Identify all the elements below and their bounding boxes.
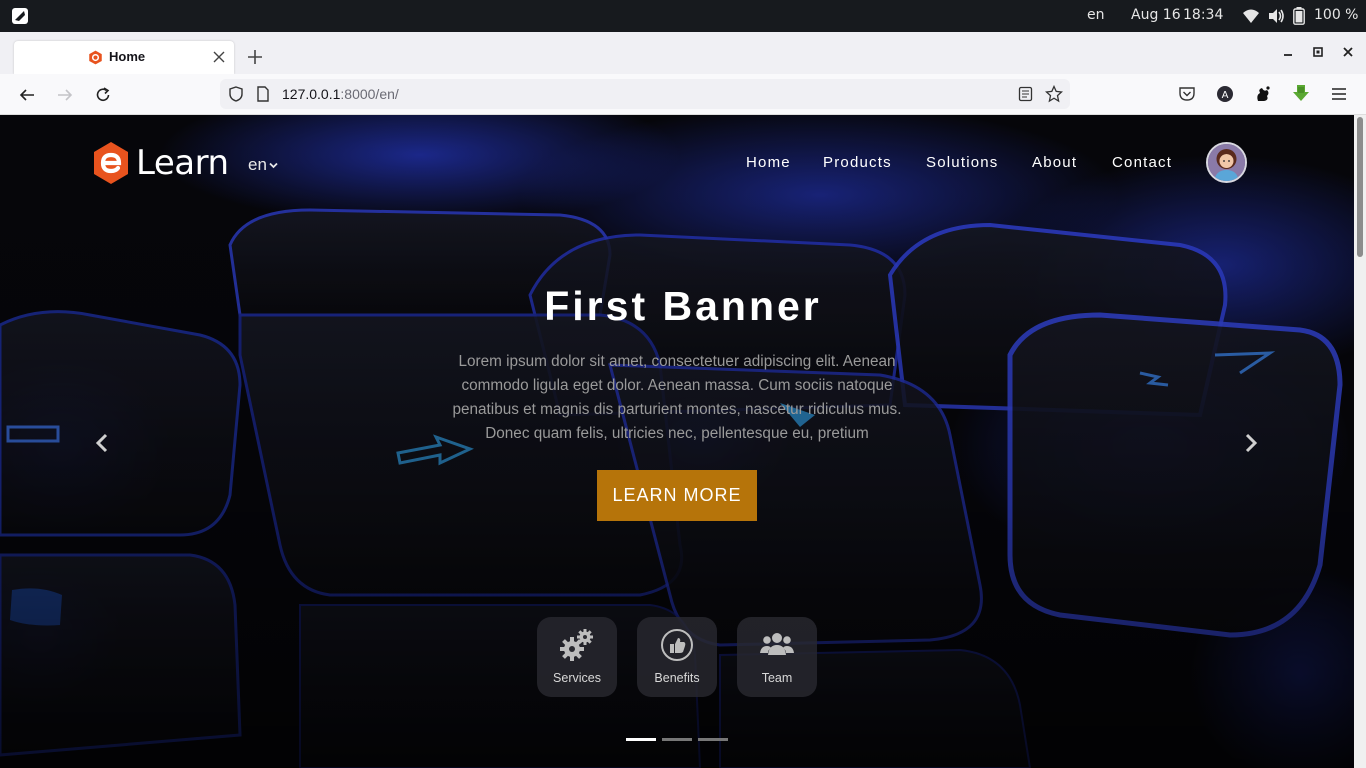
carousel-indicator-3[interactable] xyxy=(698,738,728,741)
close-window-icon[interactable] xyxy=(1341,45,1355,59)
feature-team[interactable]: Team xyxy=(737,617,817,697)
back-icon[interactable] xyxy=(18,86,36,104)
carousel-indicator-1[interactable] xyxy=(626,738,656,741)
hero-title: First Banner xyxy=(544,283,822,329)
page-scrollbar[interactable] xyxy=(1354,115,1366,768)
feature-label: Services xyxy=(553,671,601,685)
feature-benefits[interactable]: Benefits xyxy=(637,617,717,697)
address-bar[interactable]: 127.0.0.1:8000/en/ xyxy=(220,79,1070,109)
restore-icon[interactable] xyxy=(1311,45,1325,59)
language-select-value: en xyxy=(248,155,267,174)
carousel-next-icon[interactable] xyxy=(1243,432,1259,454)
menu-icon[interactable] xyxy=(1330,85,1348,103)
nav-solutions[interactable]: Solutions xyxy=(926,154,999,171)
tab-title: Home xyxy=(109,49,146,64)
extension-download-icon[interactable] xyxy=(1292,84,1310,102)
account-icon[interactable]: A xyxy=(1216,85,1234,103)
url-host: 127.0.0.1 xyxy=(282,86,341,102)
battery-icon[interactable] xyxy=(1293,7,1305,25)
chevron-down-icon xyxy=(269,162,278,169)
hero-description: Lorem ipsum dolor sit amet, consectetuer… xyxy=(452,353,902,442)
thumbs-up-icon xyxy=(661,629,693,661)
user-avatar[interactable] xyxy=(1206,142,1247,183)
svg-text:A: A xyxy=(1222,90,1229,101)
page-info-icon[interactable] xyxy=(256,86,270,102)
nav-contact[interactable]: Contact xyxy=(1112,154,1172,171)
language-select[interactable]: en xyxy=(248,155,278,175)
close-tab-icon[interactable] xyxy=(212,50,226,64)
feature-label: Benefits xyxy=(654,671,700,685)
url-text[interactable]: 127.0.0.1:8000/en/ xyxy=(282,86,399,102)
feature-label: Team xyxy=(761,671,793,685)
browser-tab-home[interactable]: Home xyxy=(14,41,234,74)
logo-hexagon-icon xyxy=(94,142,128,184)
battery-percentage: 100 % xyxy=(1314,7,1359,23)
forward-icon[interactable] xyxy=(56,86,74,104)
url-path: :8000/en/ xyxy=(340,86,399,102)
os-language-indicator[interactable]: en xyxy=(1087,7,1105,23)
reader-view-icon[interactable] xyxy=(1018,86,1033,102)
os-logo-icon[interactable] xyxy=(10,6,30,26)
shield-icon[interactable] xyxy=(228,86,244,102)
carousel-prev-icon[interactable] xyxy=(94,432,110,454)
wifi-icon[interactable] xyxy=(1242,8,1260,24)
new-tab-icon[interactable] xyxy=(246,48,264,66)
site-logo[interactable]: Learn xyxy=(92,141,232,187)
reload-icon[interactable] xyxy=(94,86,112,104)
extension-gnome-icon[interactable] xyxy=(1254,85,1272,103)
os-top-bar: en Aug 16 18:34 100 % xyxy=(0,0,1366,32)
nav-about[interactable]: About xyxy=(1032,154,1077,171)
bookmark-star-icon[interactable] xyxy=(1045,85,1063,103)
nav-products[interactable]: Products xyxy=(823,154,892,171)
avatar-image xyxy=(1208,144,1245,181)
logo-text: Learn xyxy=(136,143,229,183)
minimize-icon[interactable] xyxy=(1281,45,1295,59)
feature-services[interactable]: Services xyxy=(537,617,617,697)
os-date[interactable]: Aug 16 xyxy=(1131,7,1181,23)
learn-more-button[interactable]: LEARN MORE xyxy=(597,470,757,521)
scrollbar-thumb[interactable] xyxy=(1357,117,1363,257)
os-time[interactable]: 18:34 xyxy=(1183,7,1223,23)
pocket-icon[interactable] xyxy=(1178,85,1196,103)
carousel-indicator-2[interactable] xyxy=(662,738,692,741)
team-icon xyxy=(760,633,794,655)
gears-icon xyxy=(560,629,593,661)
site-favicon-icon xyxy=(89,50,102,65)
volume-icon[interactable] xyxy=(1267,8,1285,24)
nav-home[interactable]: Home xyxy=(746,154,791,171)
